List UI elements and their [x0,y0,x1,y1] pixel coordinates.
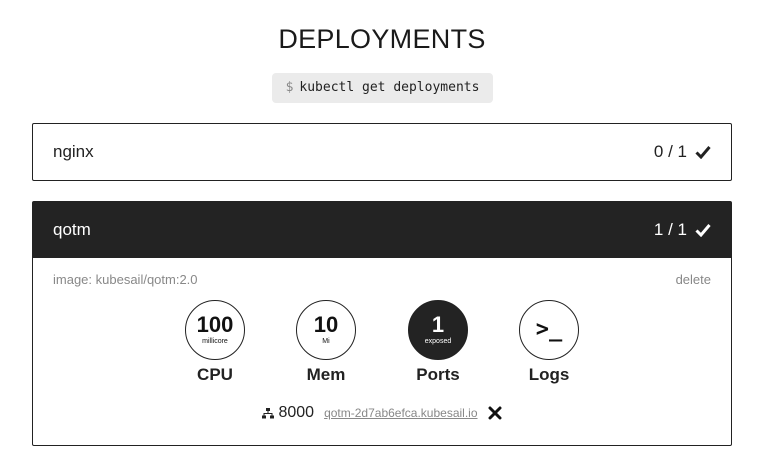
deployment-name: nginx [53,142,94,161]
command-text: kubectl get deployments [299,80,480,95]
command-prompt: $ [285,80,294,95]
metric-unit: exposed [424,338,452,345]
metric-mem: 10 Mi Mem [286,300,366,385]
port-row: 8000 qotm-2d7ab6efca.kubesail.io [33,404,731,422]
image-label: image: kubesail/qotm:2.0 [53,272,198,287]
replica-status: 0 / 1 [654,142,711,162]
check-icon [695,146,711,159]
terminal-icon: >_ [535,317,563,342]
port-url-link[interactable]: qotm-2d7ab6efca.kubesail.io [324,406,477,420]
metric-circle: 10 Mi [296,300,356,360]
deployment-details: image: kubesail/qotm:2.0 delete 100 mill… [33,258,731,445]
metric-logs[interactable]: >_ Logs [509,300,589,385]
metric-unit: Mi [322,338,330,345]
deployment-header[interactable]: nginx 0 / 1 [33,124,731,180]
metric-value: 10 [313,312,339,337]
metric-value: 100 [196,312,234,337]
metric-ports[interactable]: 1 exposed Ports [398,300,478,385]
metric-unit: millicore [202,338,228,345]
metric-circle[interactable]: 1 exposed [408,300,468,360]
metric-value: 1 [431,312,445,337]
check-icon [695,224,711,237]
metric-label: Mem [306,365,346,384]
close-icon[interactable] [488,406,502,420]
logs-button[interactable]: >_ [519,300,579,360]
replica-count: 1 / 1 [653,220,687,239]
port-number: 8000 [278,404,315,421]
metric-label: CPU [197,365,233,384]
command-snippet: $ kubectl get deployments [272,73,493,103]
metric-label: Logs [528,365,570,384]
replica-count: 0 / 1 [653,142,687,161]
deployment-header[interactable]: qotm 1 / 1 [33,202,731,258]
replica-status: 1 / 1 [654,220,711,240]
metric-cpu: 100 millicore CPU [175,300,255,385]
metric-circle: 100 millicore [185,300,245,360]
metric-label: Ports [416,365,460,384]
deployment-name: qotm [53,220,91,239]
network-icon [262,407,275,418]
deployment-card-qotm[interactable]: qotm 1 / 1 image: kubesail/qotm:2.0 dele… [32,201,732,446]
deployment-card-nginx[interactable]: nginx 0 / 1 [32,123,732,181]
delete-link[interactable]: delete [676,272,711,287]
page-title: DEPLOYMENTS [278,24,486,54]
